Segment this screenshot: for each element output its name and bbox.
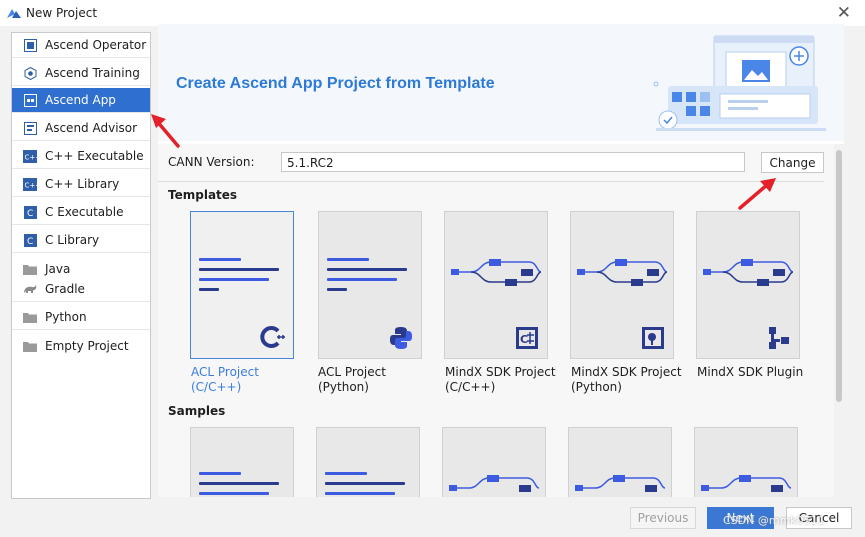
- template-card-acl-cpp[interactable]: [190, 211, 294, 359]
- watermark: CSDN @mmk0511: [723, 514, 825, 527]
- ascend-app-icon: [23, 93, 37, 107]
- pipeline-diagram-icon: [575, 475, 666, 492]
- pipeline-diagram-icon: [703, 259, 794, 286]
- scrollbar-thumb[interactable]: [836, 150, 842, 402]
- mindx-cpp-icon: C: [516, 327, 538, 349]
- cpp-logo-icon: [260, 326, 285, 348]
- folder-icon: [23, 310, 37, 324]
- template-card-mindx-plugin[interactable]: [696, 211, 800, 359]
- main-panel: Create Ascend App Project from Template: [158, 24, 844, 497]
- template-card-label: MindX SDK Project (C/C++): [445, 365, 556, 394]
- sidebar-item-ascend-training[interactable]: Ascend Training: [12, 61, 150, 86]
- gradle-icon: [23, 282, 37, 296]
- sidebar-item-gradle[interactable]: Gradle: [12, 277, 150, 302]
- ascend-operator-icon: [23, 38, 37, 52]
- template-card-label: ACL Project (Python): [318, 365, 386, 394]
- template-card-label: MindX SDK Plugin: [697, 365, 804, 379]
- mindx-python-icon: [642, 327, 664, 349]
- sidebar-item-label: C Executable: [45, 205, 124, 219]
- mindx-plugin-icon: [769, 327, 789, 349]
- sidebar-item-ascend-operator[interactable]: Ascend Operator: [12, 33, 150, 58]
- annotation-arrow-icon: [151, 114, 180, 148]
- c-icon: C: [23, 205, 37, 219]
- template-card-label: ACL Project (C/C++): [191, 365, 259, 394]
- sidebar-item-empty-project[interactable]: Empty Project: [12, 333, 150, 358]
- templates-heading: Templates: [168, 188, 238, 202]
- sidebar-item-label: Ascend Training: [45, 66, 140, 80]
- python-logo-icon: [390, 327, 412, 349]
- sidebar-item-label: Java: [45, 261, 71, 276]
- pipeline-diagram-icon: [451, 259, 542, 286]
- folder-icon: [23, 262, 37, 276]
- page-title: Create Ascend App Project from Template: [176, 75, 495, 92]
- sidebar-item-c-executable[interactable]: C C Executable: [12, 200, 150, 225]
- sidebar-item-python[interactable]: Python: [12, 305, 150, 330]
- sidebar-item-label: C++ Executable: [45, 149, 144, 163]
- sample-card[interactable]: [442, 427, 546, 497]
- close-icon[interactable]: ✕: [837, 3, 851, 23]
- sidebar-item-label: Ascend Operator: [45, 38, 147, 52]
- svg-text:C: C: [27, 237, 33, 247]
- svg-text:C: C: [27, 209, 33, 219]
- sidebar-item-label: Gradle: [45, 282, 85, 296]
- sidebar-item-ascend-advisor[interactable]: Ascend Advisor: [12, 116, 150, 141]
- folder-icon: [23, 339, 37, 353]
- pipeline-diagram-icon: [701, 475, 792, 492]
- svg-text:C++: C++: [25, 153, 38, 161]
- svg-text:C++: C++: [25, 181, 38, 189]
- c-icon: C: [23, 233, 37, 247]
- banner: Create Ascend App Project from Template: [158, 24, 844, 141]
- sidebar-item-label: Ascend App: [45, 93, 116, 107]
- template-card-label: MindX SDK Project (Python): [571, 365, 682, 394]
- change-button[interactable]: Change: [761, 152, 824, 173]
- sidebar-item-label: Python: [45, 310, 87, 324]
- sidebar-item-label: C++ Library: [45, 177, 120, 191]
- app-logo-icon: [7, 9, 21, 18]
- title-bar: New Project ✕: [0, 0, 865, 26]
- pipeline-diagram-icon: [449, 475, 540, 492]
- svg-text:C: C: [520, 333, 528, 346]
- samples-heading: Samples: [168, 404, 226, 418]
- ascend-advisor-icon: [23, 121, 37, 135]
- cann-version-label: CANN Version:: [168, 155, 255, 169]
- cann-version-field[interactable]: 5.1.RC2: [281, 152, 745, 172]
- banner-illustration-icon: [653, 35, 826, 131]
- annotation-arrow-icon: [738, 178, 776, 210]
- previous-button[interactable]: Previous: [630, 507, 696, 529]
- cpp-icon: C++: [23, 149, 37, 163]
- sample-card[interactable]: [568, 427, 672, 497]
- divider: [158, 181, 824, 182]
- sidebar-item-label: Ascend Advisor: [45, 121, 138, 135]
- sidebar-item-ascend-app[interactable]: Ascend App: [12, 88, 150, 113]
- template-card-acl-python[interactable]: [318, 211, 422, 359]
- sidebar-item-c-library[interactable]: C C Library: [12, 228, 150, 253]
- sample-card[interactable]: [190, 427, 294, 497]
- sample-card[interactable]: [694, 427, 798, 497]
- cpp-icon: C++: [23, 177, 37, 191]
- sidebar-item-label: Empty Project: [45, 338, 129, 353]
- sidebar-item-cpp-library[interactable]: C++ C++ Library: [12, 172, 150, 197]
- project-type-list: Ascend Operator Ascend Training Ascend A…: [11, 32, 151, 499]
- pipeline-diagram-icon: [577, 259, 668, 286]
- template-card-mindx-cpp[interactable]: C: [444, 211, 548, 359]
- sidebar-item-cpp-executable[interactable]: C++ C++ Executable: [12, 144, 150, 169]
- window-title: New Project: [26, 6, 98, 20]
- sidebar-item-label: C Library: [45, 233, 100, 247]
- template-card-mindx-python[interactable]: [570, 211, 674, 359]
- ascend-training-icon: [23, 66, 37, 80]
- sample-card[interactable]: [316, 427, 420, 497]
